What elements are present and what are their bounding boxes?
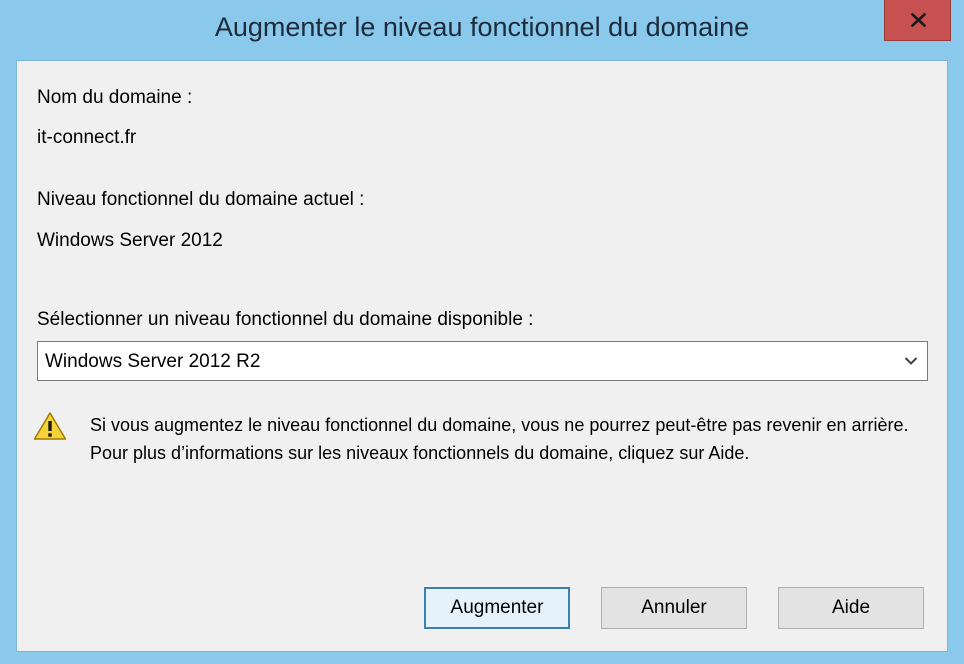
cancel-button[interactable]: Annuler: [601, 587, 747, 629]
domain-name-label: Nom du domaine :: [37, 87, 193, 108]
functional-level-selected: Windows Server 2012 R2: [45, 351, 261, 372]
chevron-down-icon[interactable]: [904, 356, 918, 366]
dialog-window: Augmenter le niveau fonctionnel du domai…: [0, 0, 964, 664]
current-level-value: Windows Server 2012: [37, 230, 223, 251]
raise-button[interactable]: Augmenter: [424, 587, 570, 629]
close-icon: [911, 13, 926, 27]
current-level-label: Niveau fonctionnel du domaine actuel :: [37, 189, 365, 210]
title-bar[interactable]: Augmenter le niveau fonctionnel du domai…: [0, 0, 964, 60]
select-level-label: Sélectionner un niveau fonctionnel du do…: [37, 309, 534, 330]
help-button[interactable]: Aide: [778, 587, 924, 629]
warning-message: Si vous augmentez le niveau fonctionnel …: [90, 415, 909, 463]
domain-name-value: it-connect.fr: [37, 127, 137, 148]
dialog-content: Nom du domaine : it-connect.fr Niveau fo…: [16, 60, 948, 652]
window-title: Augmenter le niveau fonctionnel du domai…: [214, 12, 750, 42]
warning-icon: [33, 412, 67, 440]
functional-level-select[interactable]: Windows Server 2012 R2: [37, 341, 928, 381]
close-button[interactable]: [884, 0, 951, 41]
